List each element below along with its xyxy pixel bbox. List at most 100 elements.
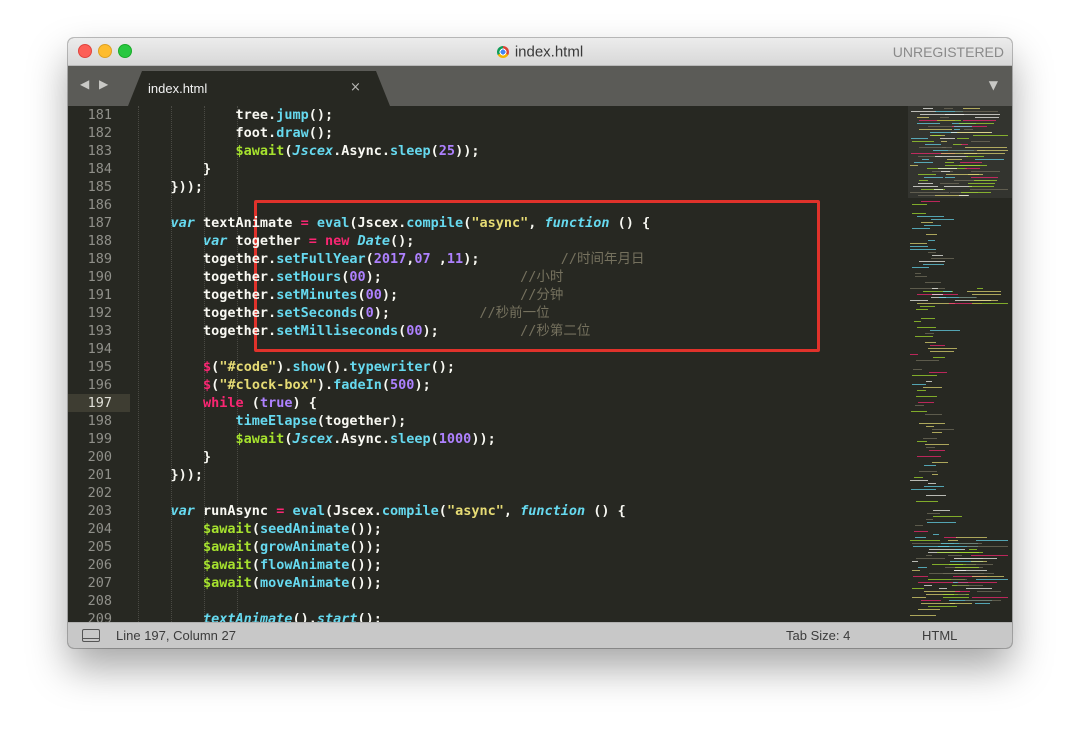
code-area[interactable]: tree.jump(); foot.draw(); $await(Jscex.A… <box>138 106 898 622</box>
code-token: $await <box>203 521 252 537</box>
code-token: compile <box>406 215 464 231</box>
minimap-stroke <box>914 531 928 532</box>
code-token: "#code" <box>219 359 277 375</box>
code-token: $ <box>203 359 212 375</box>
minimap-stroke <box>926 495 946 496</box>
code-token: $await <box>235 143 285 159</box>
code-token: var <box>170 503 195 519</box>
code-token: together. <box>203 269 277 285</box>
minimap-stroke <box>910 192 949 193</box>
minimap-stroke <box>949 564 963 565</box>
minimap-stroke <box>910 354 918 355</box>
code-token: //秒前一位 <box>479 305 550 321</box>
minimap-stroke <box>972 294 1001 295</box>
minimap-stroke <box>918 567 927 568</box>
code-line: $await(Jscex.Async.sleep(1000)); <box>138 430 496 448</box>
minimap-stroke <box>913 576 928 577</box>
minimap-stroke <box>919 471 937 472</box>
code-token: 1000 <box>438 431 472 447</box>
line-number: 206 <box>87 557 112 573</box>
minimap-stroke <box>948 540 958 541</box>
line-number: 200 <box>87 449 112 465</box>
minimap-stroke <box>916 309 928 310</box>
minimap-stroke <box>910 288 945 289</box>
code-token: ( <box>365 251 374 267</box>
minimap-stroke <box>932 462 948 463</box>
code-token: ); <box>422 323 439 339</box>
code-line: $await(seedAnimate()); <box>138 520 382 538</box>
minimap-stroke <box>970 189 1008 190</box>
code-token: tree. <box>235 107 277 123</box>
minimap-stroke <box>919 423 945 424</box>
code-token: sleep <box>390 431 431 447</box>
code-token: true <box>259 395 293 411</box>
minimap-stroke <box>958 594 966 595</box>
code-token: ( <box>251 575 260 591</box>
tab-close-icon[interactable]: × <box>350 80 361 95</box>
minimap-stroke <box>961 144 968 145</box>
code-token: start <box>316 611 358 622</box>
line-number: 189 <box>87 251 112 267</box>
code-token: runAsync <box>194 503 277 519</box>
code-token: (). <box>292 611 317 622</box>
minimap-stroke <box>933 357 945 358</box>
minimap-stroke <box>912 570 920 571</box>
tab-dropdown-icon[interactable]: ▼ <box>989 78 998 92</box>
code-token: 00 <box>406 323 423 339</box>
minimap-stroke <box>924 585 932 586</box>
minimap-stroke <box>928 348 957 349</box>
minimap-stroke <box>910 480 928 481</box>
minimap-stroke <box>917 216 944 217</box>
code-line: $await(moveAnimate()); <box>138 574 382 592</box>
minimap-stroke <box>912 588 924 589</box>
code-token: .Async. <box>333 431 391 447</box>
code-token: , <box>430 251 447 267</box>
minimap-stroke <box>934 189 943 190</box>
minimap-stroke <box>932 135 941 136</box>
minimap-stroke <box>927 513 940 514</box>
minimap-stroke <box>910 246 928 247</box>
line-number: 205 <box>87 539 112 555</box>
code-token: moveAnimate <box>259 575 350 591</box>
minimap-stroke <box>925 342 936 343</box>
minimap-stroke <box>966 588 992 589</box>
code-token: textAnimate <box>203 611 293 622</box>
minimap-stroke <box>917 441 927 442</box>
minimap-stroke <box>926 426 934 427</box>
minimap-stroke <box>913 369 922 370</box>
minimap-stroke <box>958 582 997 583</box>
minimap-stroke <box>965 168 980 169</box>
minimap-stroke <box>959 543 982 544</box>
minimap-stroke <box>932 294 943 295</box>
code-token: (Jscex. <box>349 215 407 231</box>
minimap-stroke <box>912 141 934 142</box>
minimap[interactable] <box>908 106 1012 622</box>
tab-size-selector[interactable]: Tab Size: 4 <box>786 628 850 643</box>
minimap-stroke <box>954 558 997 559</box>
minimap-stroke <box>957 132 991 133</box>
minimap-stroke <box>912 375 937 376</box>
syntax-selector[interactable]: HTML <box>922 628 957 643</box>
tab-index-html[interactable]: index.html × <box>128 71 390 106</box>
minimap-stroke <box>941 141 947 142</box>
window-title-text: index.html <box>514 43 584 61</box>
tab-bar: ◀ ▶ index.html × ▼ <box>68 66 1012 106</box>
line-number: 197 <box>87 395 112 411</box>
code-token: Jscex <box>292 143 334 159</box>
minimap-stroke <box>918 582 957 583</box>
minimap-stroke <box>923 438 937 439</box>
minimap-stroke <box>919 261 945 262</box>
code-editor[interactable]: 181 182 183 184 185 186 187 188 189 190 191 192 193 1… <box>68 106 1012 622</box>
line-number: 194 <box>87 341 112 357</box>
panel-toggle-icon[interactable] <box>82 629 100 642</box>
minimap-stroke <box>960 162 982 163</box>
code-line: $("#clock-box").fadeIn(500); <box>138 376 431 394</box>
minimap-stroke <box>943 291 952 292</box>
tab-nav-arrows-icon[interactable]: ◀ ▶ <box>80 77 111 91</box>
code-token: setSeconds <box>276 305 358 321</box>
minimap-stroke <box>917 390 926 391</box>
minimap-stroke <box>955 591 970 592</box>
minimap-stroke <box>975 117 999 118</box>
minimap-stroke <box>918 174 936 175</box>
